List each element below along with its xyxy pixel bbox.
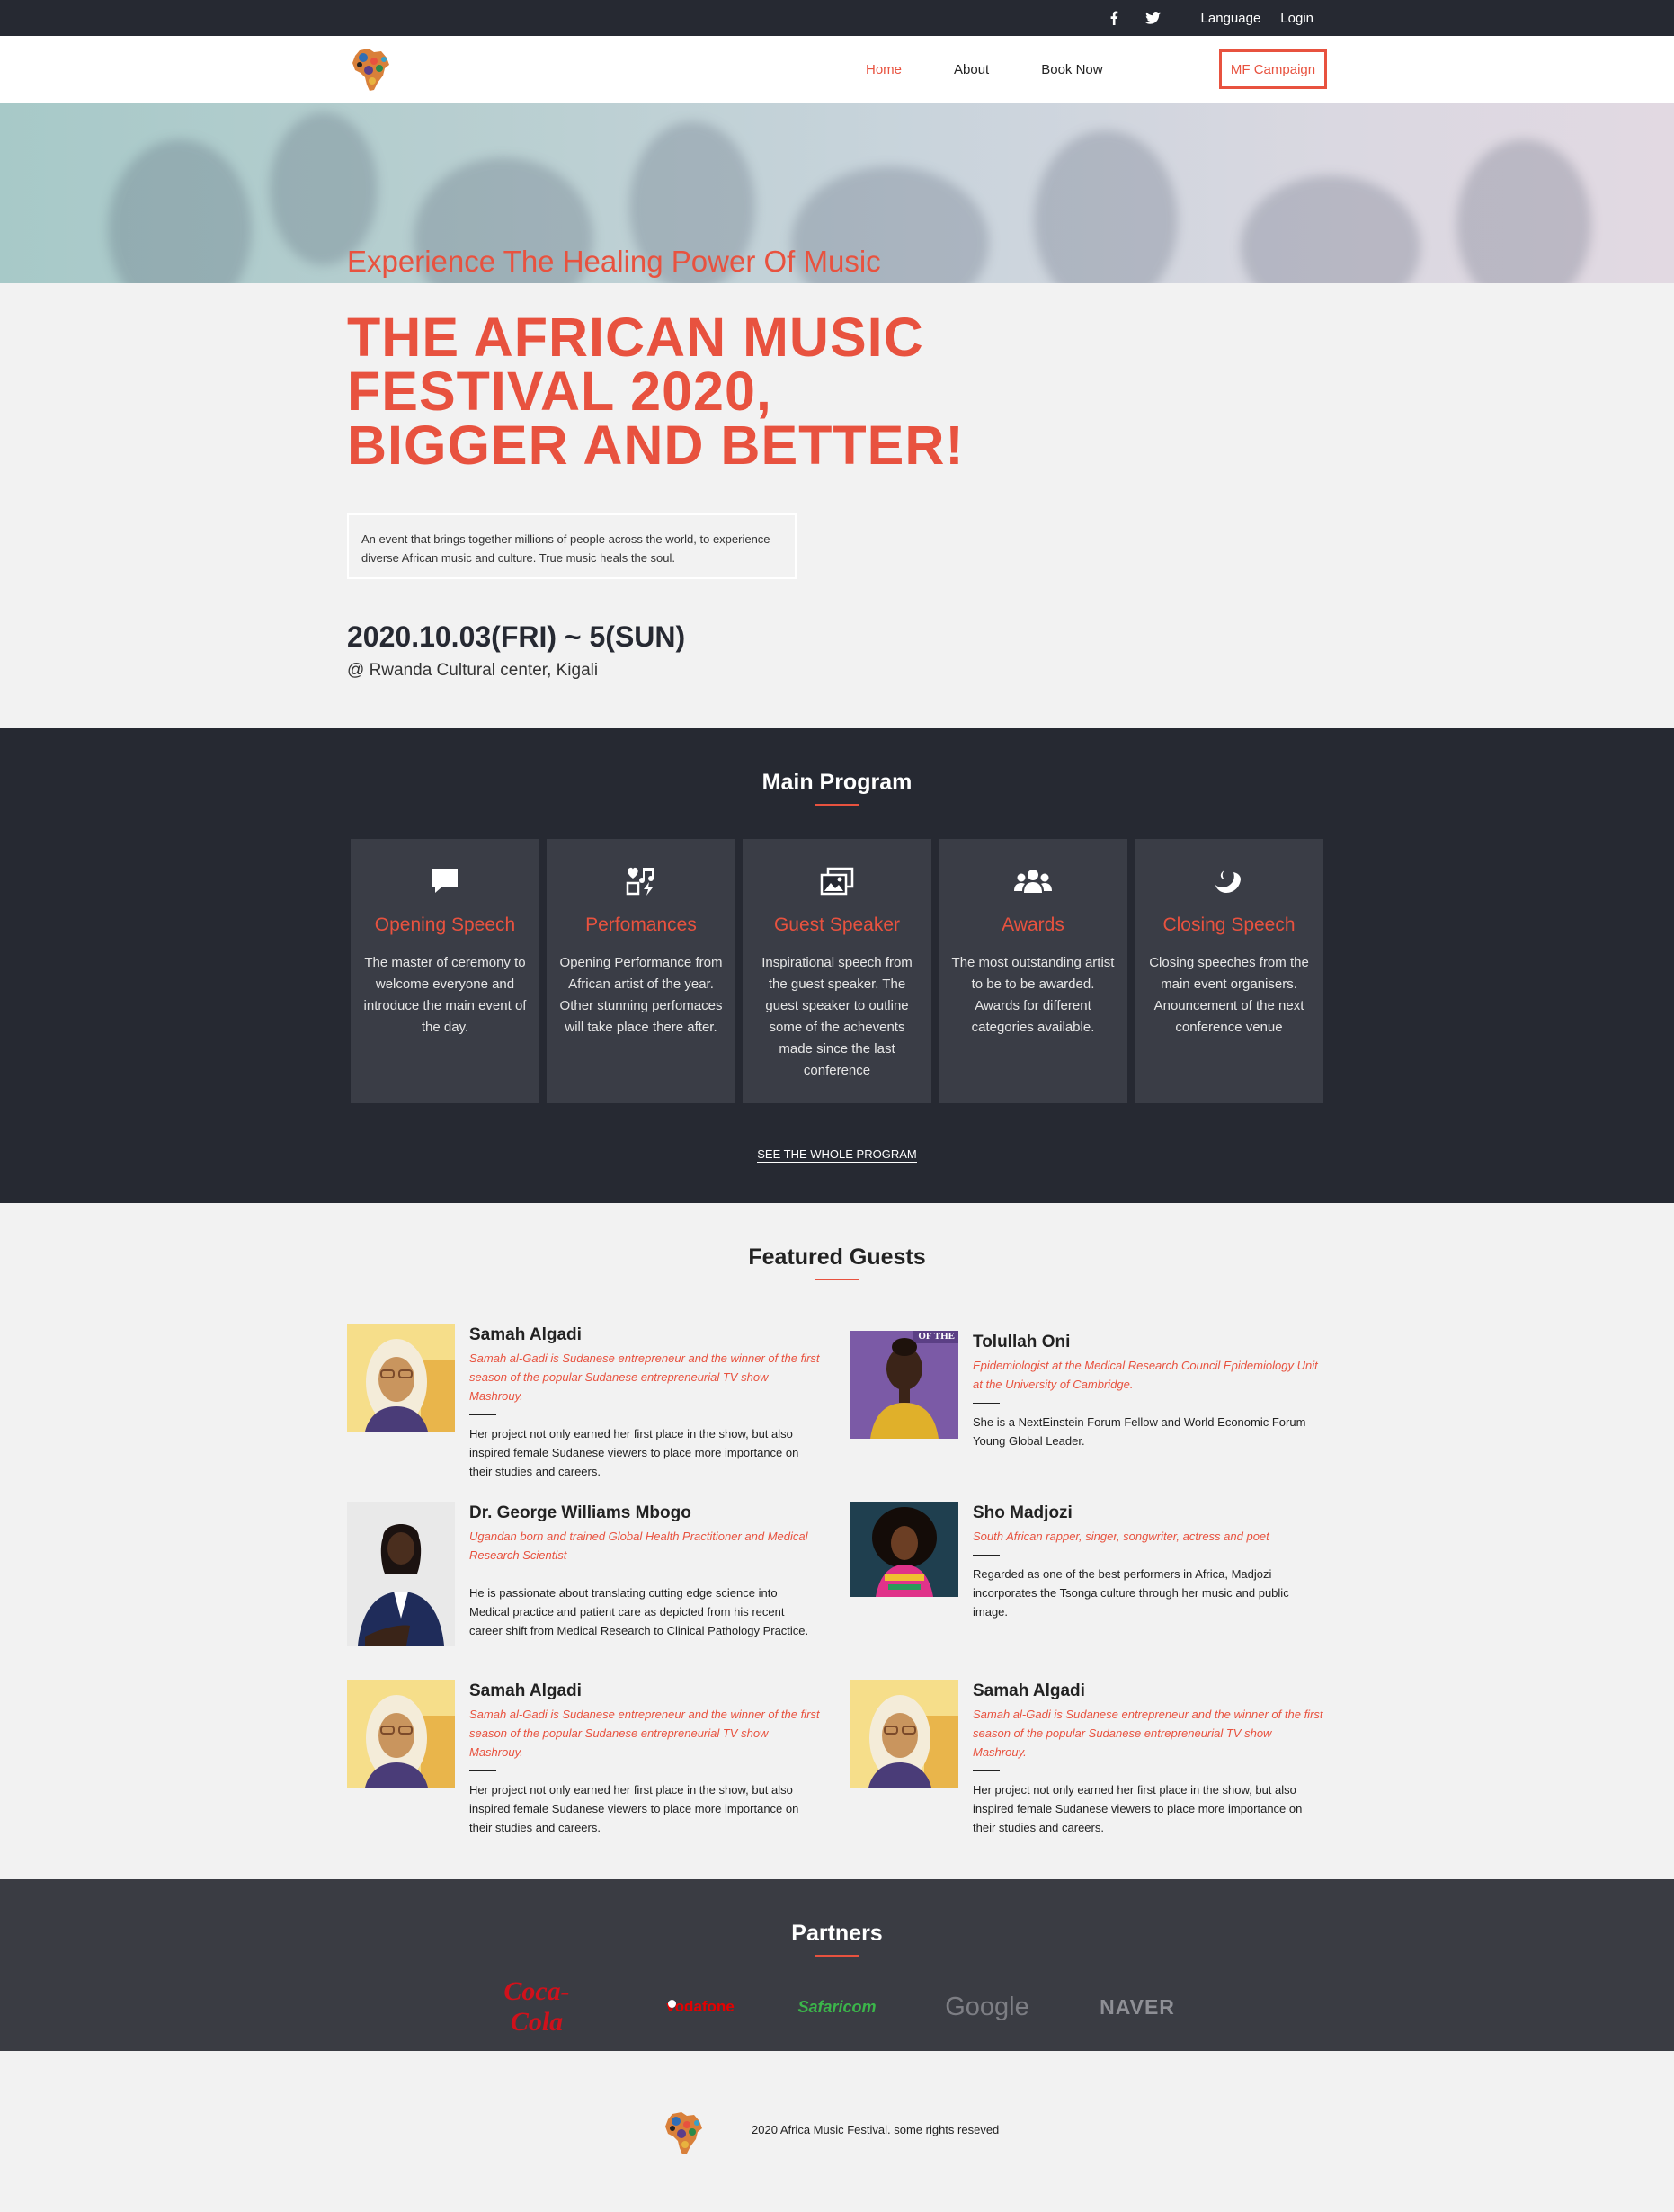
program-card-text: Closing speeches from the main event org… — [1149, 955, 1309, 1035]
footer-logo[interactable] — [660, 2109, 707, 2157]
program-cards: Opening Speech The master of ceremony to… — [351, 839, 1331, 1103]
photos-icon — [743, 866, 931, 896]
hero-title-line: THE AFRICAN MUSIC — [347, 307, 924, 368]
twitter-icon[interactable] — [1144, 12, 1161, 24]
section-divider — [815, 1279, 859, 1280]
africa-map-logo[interactable] — [347, 45, 394, 94]
program-card-text: The master of ceremony to welcome everyo… — [363, 955, 527, 1035]
nav-about[interactable]: About — [954, 62, 989, 77]
guest-divider — [973, 1403, 1000, 1404]
naver-logo[interactable]: NAVER — [1085, 1995, 1190, 2020]
partners-section: Partners Coca-Cola vodafone Safaricom Go… — [0, 1879, 1674, 2051]
users-icon — [939, 866, 1127, 896]
guest-name: Tolullah Oni — [973, 1333, 1071, 1351]
guest-photo — [347, 1324, 455, 1432]
guest-divider — [469, 1414, 496, 1415]
guest-info: Samah Algadi Samah al-Gadi is Sudanese e… — [973, 1681, 1323, 1837]
photo-caption: OF THE — [918, 1331, 955, 1342]
see-whole-program-link[interactable]: SEE THE WHOLE PROGRAM — [757, 1147, 917, 1163]
program-card: Opening Speech The master of ceremony to… — [351, 839, 539, 1103]
section-divider — [815, 1955, 859, 1957]
featured-guests-section: Featured Guests Samah Algadi Samah al-Ga… — [0, 1203, 1674, 1879]
guest-photo — [850, 1680, 958, 1788]
guest-photo — [347, 1680, 455, 1788]
vodafone-text: vodafone — [666, 1998, 735, 2015]
top-links: Language Login — [1109, 0, 1313, 36]
event-venue: @ Rwanda Cultural center, Kigali — [347, 661, 599, 680]
mf-campaign-button[interactable]: MF Campaign — [1219, 49, 1327, 89]
coca-cola-logo[interactable]: Coca-Cola — [485, 1976, 590, 2038]
footer: 2020 Africa Music Festival. some rights … — [0, 2051, 1674, 2212]
nav-home[interactable]: Home — [866, 62, 902, 77]
guest-bio: Her project not only earned her first pl… — [973, 1783, 1303, 1834]
guest-name: Samah Algadi — [973, 1681, 1085, 1700]
guest-info: Samah Algadi Samah al-Gadi is Sudanese e… — [469, 1681, 820, 1837]
guest-info: Dr. George Williams Mbogo Ugandan born a… — [469, 1503, 820, 1640]
music-heart-icon — [547, 866, 735, 896]
guest-info: Samah Algadi Samah al-Gadi is Sudanese e… — [469, 1325, 820, 1481]
guest-divider — [973, 1770, 1000, 1771]
guest-photo: OF THE — [850, 1331, 958, 1439]
main-nav: Home About Book Now MF Campaign — [0, 36, 1674, 103]
guest-role: Epidemiologist at the Medical Research C… — [973, 1359, 1318, 1391]
guest-name: Samah Algadi — [469, 1681, 582, 1700]
program-card-title: Guest Speaker — [773, 914, 901, 935]
guest-name: Sho Madjozi — [973, 1503, 1073, 1522]
hero-subtitle: Experience The Healing Power Of Music — [347, 245, 881, 278]
section-divider — [815, 804, 859, 806]
guest-role: Samah al-Gadi is Sudanese entrepreneur a… — [469, 1351, 820, 1403]
speech-bubble-icon — [351, 866, 539, 896]
hero-title: THE AFRICAN MUSIC FESTIVAL 2020, BIGGER … — [347, 307, 1030, 476]
language-link[interactable]: Language — [1201, 11, 1261, 26]
guest-bio: She is a NextEinstein Forum Fellow and W… — [973, 1415, 1306, 1448]
see-program-container: SEE THE WHOLE PROGRAM — [0, 1146, 1674, 1163]
event-date: 2020.10.03(FRI) ~ 5(SUN) — [347, 620, 686, 653]
program-card-title: Opening Speech — [374, 914, 516, 935]
section-title: Main Program — [761, 770, 913, 795]
guest-name: Samah Algadi — [469, 1325, 582, 1344]
guest-bio: Her project not only earned her first pl… — [469, 1783, 799, 1834]
program-card-text: Opening Performance from African artist … — [559, 955, 723, 1035]
program-card: Guest Speaker Inspirational speech from … — [743, 839, 931, 1103]
facebook-icon[interactable] — [1109, 11, 1124, 25]
program-card: Awards The most outstanding artist to be… — [939, 839, 1127, 1103]
partner-logos: Coca-Cola vodafone Safaricom Google NAVE… — [0, 1976, 1674, 2038]
program-card-text: The most outstanding artist to be to be … — [951, 955, 1115, 1035]
vodafone-logo[interactable]: vodafone — [635, 1997, 740, 2017]
program-card: Closing Speech Closing speeches from the… — [1135, 839, 1323, 1103]
guest-divider — [469, 1770, 496, 1771]
safaricom-logo[interactable]: Safaricom — [785, 1998, 890, 2017]
guest-role: Ugandan born and trained Global Health P… — [469, 1530, 808, 1562]
program-card-title: Perfomances — [585, 914, 697, 935]
top-bar: Language Login — [0, 0, 1674, 36]
program-card-title: Closing Speech — [1162, 914, 1296, 935]
guest-role: Samah al-Gadi is Sudanese entrepreneur a… — [469, 1708, 820, 1759]
google-logo[interactable]: Google — [935, 1993, 1040, 2022]
guest-photo — [347, 1502, 455, 1646]
nav-book-now[interactable]: Book Now — [1041, 62, 1102, 77]
guest-info: Tolullah Oni Epidemiologist at the Medic… — [973, 1333, 1323, 1450]
guest-role: South African rapper, singer, songwriter… — [973, 1530, 1269, 1543]
program-card: Perfomances Opening Performance from Afr… — [547, 839, 735, 1103]
moon-icon — [1135, 866, 1323, 896]
program-card-title: Awards — [1002, 914, 1064, 935]
copyright-text: 2020 Africa Music Festival. some rights … — [752, 2123, 1000, 2136]
guest-info: Sho Madjozi South African rapper, singer… — [973, 1503, 1323, 1621]
section-title: Featured Guests — [748, 1244, 926, 1270]
main-program-section: Main Program Opening Speech The master o… — [0, 728, 1674, 1203]
program-card-text: Inspirational speech from the guest spea… — [761, 955, 913, 1078]
guest-divider — [973, 1555, 1000, 1556]
hero-title-line: BIGGER AND BETTER! — [347, 415, 965, 476]
hero-title-line: FESTIVAL 2020, — [347, 361, 772, 422]
login-link[interactable]: Login — [1280, 11, 1313, 26]
guest-role: Samah al-Gadi is Sudanese entrepreneur a… — [973, 1708, 1323, 1759]
hero-description: An event that brings together millions o… — [347, 513, 797, 579]
guest-name: Dr. George Williams Mbogo — [469, 1503, 691, 1522]
guest-photo — [850, 1502, 958, 1597]
nav-menu: Home About Book Now — [866, 36, 1155, 103]
section-title: Partners — [791, 1921, 883, 1946]
guest-bio: Her project not only earned her first pl… — [469, 1427, 799, 1478]
guest-bio: He is passionate about translating cutti… — [469, 1586, 809, 1637]
guest-bio: Regarded as one of the best performers i… — [973, 1567, 1289, 1619]
